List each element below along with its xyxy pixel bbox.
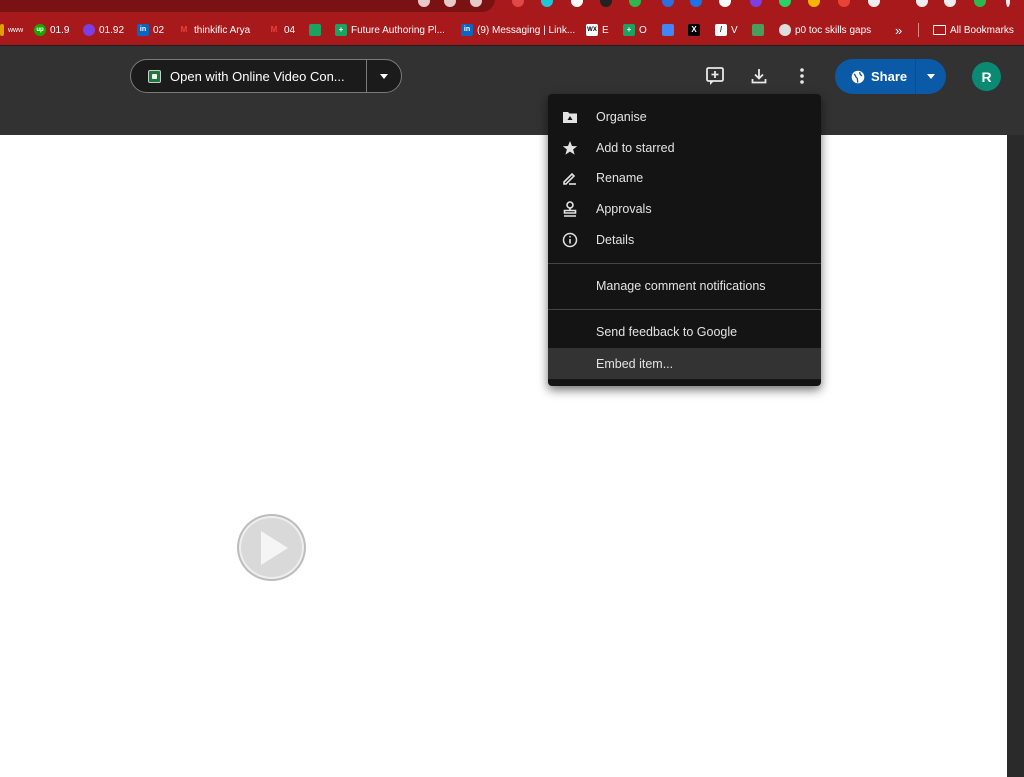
menu-item-details[interactable]: Details: [548, 224, 821, 255]
gmail-icon: M: [270, 25, 278, 34]
bookmark-item[interactable]: [309, 23, 321, 37]
cloud-icon: [779, 24, 791, 36]
linkedin-icon: in: [137, 24, 149, 36]
menu-item-rename[interactable]: Rename: [548, 162, 821, 193]
bookmark-item[interactable]: + O: [623, 23, 647, 37]
bookmark-item[interactable]: M thinkific Arya: [178, 23, 250, 37]
extension-icon[interactable]: [808, 0, 820, 7]
stamp-icon: [562, 200, 578, 217]
bookmarks-bar: www up 01.9 01.92 in 02 M thinkific Arya…: [0, 15, 1024, 45]
all-bookmarks-button[interactable]: All Bookmarks: [933, 23, 1014, 37]
bookmark-item[interactable]: / V: [715, 23, 738, 37]
globe-icon: [851, 70, 865, 83]
wix-icon: WX: [586, 24, 598, 36]
download-button[interactable]: [747, 64, 771, 88]
browser-toolbar: [0, 0, 1024, 15]
info-icon: [562, 232, 578, 248]
plus-icon: +: [335, 24, 347, 36]
gmail-icon: M: [180, 25, 188, 34]
calendar-icon: [662, 24, 674, 36]
bookmark-item[interactable]: WX E: [586, 23, 609, 37]
extension-icon[interactable]: [662, 0, 674, 7]
share-main[interactable]: Share: [835, 59, 915, 94]
bookmark-item[interactable]: p0 toc skills gaps: [779, 23, 871, 37]
bookmark-item[interactable]: + Future Authoring Pl...: [335, 23, 445, 37]
star-icon: [562, 140, 578, 156]
bookmark-icon: [0, 24, 4, 36]
extension-icon[interactable]: [916, 0, 928, 7]
share-label: Share: [871, 69, 908, 84]
menu-item-add-to-starred[interactable]: Add to starred: [548, 132, 821, 163]
extension-icon[interactable]: [868, 0, 880, 7]
profile-icon[interactable]: [974, 0, 986, 7]
bookmark-item[interactable]: up 01.9: [34, 23, 69, 37]
add-comment-icon: [706, 67, 724, 85]
bookmarks-divider: [918, 23, 919, 37]
video-player[interactable]: [0, 135, 1007, 777]
person-icon: [752, 24, 764, 36]
extension-icon[interactable]: [629, 0, 641, 7]
folder-icon: [562, 109, 578, 125]
chevron-down-icon: [927, 74, 935, 79]
extension-icon[interactable]: [541, 0, 553, 7]
bookmark-item[interactable]: 01.92: [83, 23, 124, 37]
more-vert-icon: [800, 68, 804, 84]
open-with-dropdown[interactable]: [367, 59, 401, 93]
extension-icon[interactable]: [838, 0, 850, 7]
bookmark-item[interactable]: M 04: [268, 23, 295, 37]
bookmark-item[interactable]: in 02: [137, 23, 164, 37]
share-dropdown[interactable]: [916, 74, 946, 79]
extension-icon[interactable]: [944, 0, 956, 7]
menu-item-send-feedback[interactable]: Send feedback to Google: [548, 316, 821, 347]
menu-item-embed-item[interactable]: Embed item...: [548, 348, 821, 379]
menu-item-approvals[interactable]: Approvals: [548, 193, 821, 224]
menu-item-organise[interactable]: Organise: [548, 101, 821, 132]
bookmark-item[interactable]: [662, 23, 674, 37]
upwork-icon: up: [34, 24, 46, 36]
chevron-down-icon: [380, 73, 388, 79]
plus-icon: +: [623, 24, 635, 36]
bookmark-item[interactable]: X: [688, 23, 700, 37]
open-with-label: Open with Online Video Con...: [170, 68, 345, 84]
avatar[interactable]: R: [972, 62, 1001, 91]
bookmark-item[interactable]: www: [0, 23, 23, 37]
menu-divider: [548, 309, 821, 310]
bookmark-item[interactable]: in (9) Messaging | Link...: [461, 23, 575, 37]
video-app-icon: [148, 69, 161, 83]
x-icon: X: [688, 24, 700, 36]
share-button[interactable]: Share: [835, 59, 946, 94]
more-actions-menu: Organise Add to starred Rename Approvals…: [548, 94, 821, 386]
linkedin-icon: in: [461, 24, 473, 36]
bookmark-item[interactable]: [752, 23, 764, 37]
add-comment-button[interactable]: [703, 64, 727, 88]
more-actions-button[interactable]: [790, 64, 814, 88]
menu-divider: [548, 263, 821, 264]
play-button[interactable]: [237, 514, 306, 581]
download-icon: [751, 69, 767, 84]
extension-icon[interactable]: [600, 0, 612, 7]
forms-icon: [309, 24, 321, 36]
extension-icon[interactable]: [512, 0, 524, 7]
scrollbar-track[interactable]: [1007, 135, 1024, 777]
pencil-icon: [562, 170, 578, 186]
gear-icon: [83, 24, 95, 36]
extension-icon[interactable]: [779, 0, 791, 7]
menu-item-manage-comment-notifications[interactable]: Manage comment notifications: [548, 270, 821, 301]
edit-icon: /: [715, 24, 727, 36]
extension-icon[interactable]: [690, 0, 702, 7]
extension-icon[interactable]: [571, 0, 583, 7]
extension-icon[interactable]: [719, 0, 731, 7]
folder-icon: [933, 25, 946, 35]
extension-icon[interactable]: [750, 0, 762, 7]
play-icon: [261, 530, 288, 565]
open-with-button[interactable]: Open with Online Video Con...: [130, 59, 402, 93]
bookmarks-overflow-button[interactable]: »: [895, 23, 902, 38]
more-icon[interactable]: [1006, 0, 1010, 7]
